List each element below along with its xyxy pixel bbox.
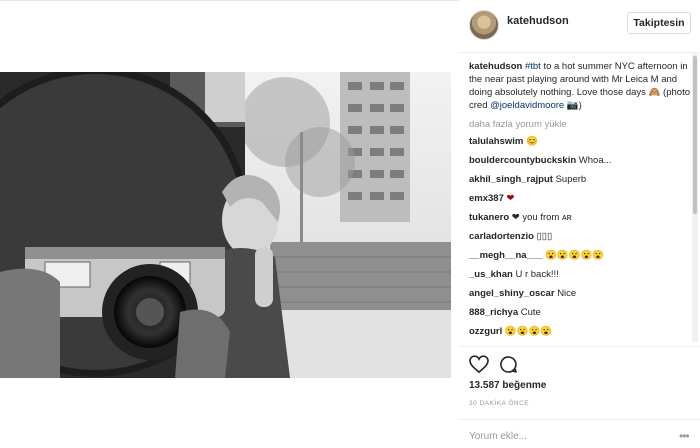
- comment-text: ❤ you from ᴀʀ: [511, 212, 572, 223]
- post-username[interactable]: katehudson: [507, 15, 569, 27]
- comment-text: Superb: [555, 174, 587, 185]
- comment-row: _us_khan U r back!!!: [469, 268, 691, 287]
- comment-text: Whoa...: [578, 155, 612, 166]
- comment-user[interactable]: ozzgurl: [469, 326, 502, 337]
- comment-text: ▯▯▯: [536, 231, 553, 242]
- heart-icon[interactable]: [469, 355, 489, 378]
- comment-row: __megh__na___ 😮😮😮😮😮: [469, 249, 691, 268]
- comment-row: carladortenzio ▯▯▯: [469, 230, 691, 249]
- comment-user[interactable]: carladortenzio: [469, 231, 534, 242]
- comment-row: emx387 ❤: [469, 192, 691, 211]
- comment-text: ❤: [506, 193, 515, 204]
- comment-row: angel_shiny_oscar Nice: [469, 287, 691, 306]
- photo-image: [0, 72, 451, 378]
- comment-user[interactable]: _us_khan: [469, 269, 513, 280]
- comment-user[interactable]: emx387: [469, 193, 504, 204]
- caption-hashtag[interactable]: #tbt: [525, 61, 541, 72]
- comment-text: Cute: [520, 307, 541, 318]
- add-comment-bar: •••: [459, 419, 700, 448]
- comment-row: ozzgurl 😮😮😮😮: [469, 325, 691, 344]
- load-more-comments[interactable]: daha fazla yorum yükle: [469, 118, 691, 131]
- comment-input[interactable]: [469, 428, 669, 444]
- comment-row: talulahswim 😊: [469, 135, 691, 154]
- comment-user[interactable]: angel_shiny_oscar: [469, 288, 555, 299]
- more-options-icon[interactable]: •••: [679, 429, 690, 443]
- likes-count[interactable]: 13.587 beğenme: [469, 380, 546, 391]
- comment-user[interactable]: bouldercountybuckskin: [469, 155, 576, 166]
- comment-icon[interactable]: [499, 355, 518, 379]
- comments-list: katehudson #tbt to a hot summer NYC afte…: [469, 60, 691, 344]
- comment-row: akhil_singh_rajput Superb: [469, 173, 691, 192]
- comment-text: 😮😮😮😮😮: [545, 250, 605, 261]
- avatar[interactable]: [469, 10, 499, 40]
- caption-mention[interactable]: @joeldavidmoore: [490, 100, 564, 111]
- caption-credit-suffix: 📷): [564, 100, 582, 111]
- post-actions: 13.587 beğenme 30 DAKİKA ÖNCE •••: [459, 346, 700, 447]
- comment-text: 😮😮😮😮: [504, 326, 553, 337]
- comment-user[interactable]: __megh__na___: [469, 250, 542, 261]
- comment-user[interactable]: tukanero: [469, 212, 509, 223]
- caption-emoji: 🙈: [648, 87, 661, 98]
- post-time[interactable]: 30 DAKİKA ÖNCE: [469, 400, 529, 407]
- post-caption: katehudson #tbt to a hot summer NYC afte…: [469, 60, 691, 112]
- comment-user[interactable]: talulahswim: [469, 136, 523, 147]
- comment-row: 888_richya Cute: [469, 306, 691, 325]
- caption-author[interactable]: katehudson: [469, 61, 522, 72]
- comment-text: Nice: [557, 288, 577, 299]
- scrollbar-thumb[interactable]: [693, 56, 697, 214]
- comment-row: tukanero ❤ you from ᴀʀ: [469, 211, 691, 230]
- comment-text: U r back!!!: [515, 269, 559, 280]
- comment-user[interactable]: 888_richya: [469, 307, 518, 318]
- post-sidebar: katehudson Takiptesin katehudson #tbt to…: [459, 0, 700, 447]
- follow-button[interactable]: Takiptesin: [627, 12, 691, 34]
- comment-row: bouldercountybuckskin Whoa...: [469, 154, 691, 173]
- comment-user[interactable]: akhil_singh_rajput: [469, 174, 553, 185]
- comment-text: 😊: [526, 136, 538, 147]
- post-photo[interactable]: [0, 72, 451, 378]
- post-header: katehudson Takiptesin: [459, 0, 700, 53]
